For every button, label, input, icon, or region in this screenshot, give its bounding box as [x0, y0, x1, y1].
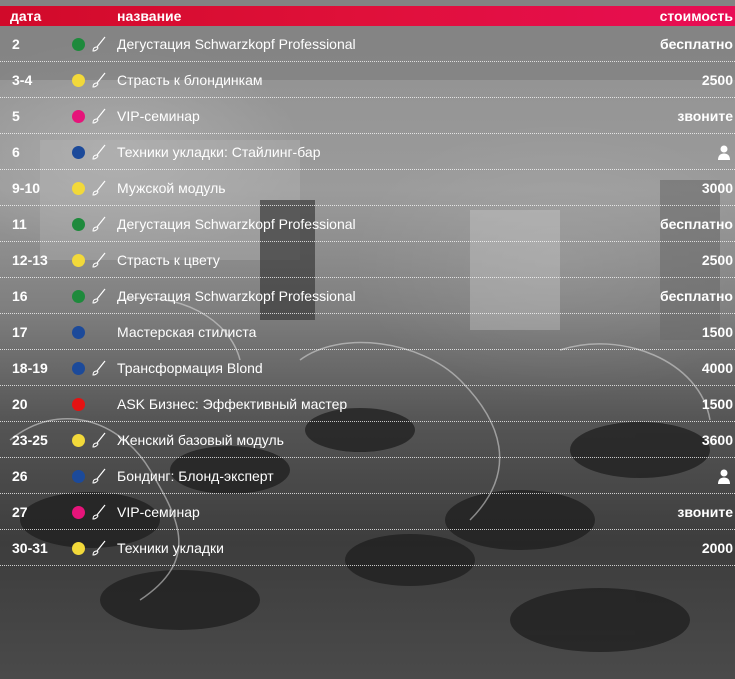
row-date: 3-4: [12, 72, 33, 88]
table-row[interactable]: 16 Дегустация Schwarzkopf Professional бес…: [0, 278, 735, 314]
table-row[interactable]: 5 VIP-семинар звоните: [0, 98, 735, 134]
brush-icon: [92, 36, 106, 52]
row-date: 9-10: [12, 180, 41, 196]
row-seminar-name[interactable]: VIP-семинар: [117, 494, 200, 530]
row-seminar-name[interactable]: Дегустация Schwarzkopf Professional: [117, 26, 356, 62]
category-dot-icon: [72, 542, 85, 555]
brush-icon: [92, 360, 106, 376]
row-date: 26: [12, 468, 28, 484]
column-header-price: стоимость: [659, 8, 733, 24]
row-date: 12-13: [12, 252, 48, 268]
table-row[interactable]: 18-19 Трансформация Blond 4000: [0, 350, 735, 386]
brush-icon: [92, 288, 106, 304]
row-price: бесплатно: [659, 288, 733, 304]
category-dot-icon: [72, 146, 85, 159]
row-price: 4000: [701, 360, 733, 376]
column-header-name: название: [117, 8, 182, 24]
table-row[interactable]: 6 Техники укладки: Стайлинг-бар: [0, 134, 735, 170]
schedule-page: дата название стоимость 2 Дегустация Schw…: [0, 0, 735, 679]
row-price: 2000: [701, 540, 733, 556]
row-seminar-name[interactable]: ASK Бизнес: Эффективный мастер: [117, 386, 347, 422]
row-seminar-name[interactable]: Дегустация Schwarzkopf Professional: [117, 206, 356, 242]
row-date: 17: [12, 324, 28, 340]
row-price: звоните: [677, 108, 733, 124]
category-dot-icon: [72, 398, 85, 411]
brush-icon: [92, 252, 106, 268]
category-dot-icon: [72, 74, 85, 87]
row-price: звоните: [677, 504, 733, 520]
table-row[interactable]: 11 Дегустация Schwarzkopf Professional бес…: [0, 206, 735, 242]
table-row[interactable]: 30-31 Техники укладки 2000: [0, 530, 735, 566]
row-date: 18-19: [12, 360, 48, 376]
row-price: бесплатно: [659, 216, 733, 232]
brush-icon: [92, 540, 106, 556]
row-seminar-name[interactable]: Мужской модуль: [117, 170, 226, 206]
row-price: 2500: [701, 72, 733, 88]
brush-icon: [92, 216, 106, 232]
brush-icon: [92, 504, 106, 520]
brush-icon: [92, 432, 106, 448]
row-seminar-name[interactable]: Техники укладки: [117, 530, 224, 566]
row-date: 6: [12, 144, 20, 160]
row-date: 23-25: [12, 432, 48, 448]
row-seminar-name[interactable]: Техники укладки: Стайлинг-бар: [117, 134, 321, 170]
row-date: 5: [12, 108, 20, 124]
row-seminar-name[interactable]: Мастерская стилиста: [117, 314, 256, 350]
table-row[interactable]: 20 ASK Бизнес: Эффективный мастер 1500: [0, 386, 735, 422]
category-dot-icon: [72, 290, 85, 303]
table-row[interactable]: 12-13 Страсть к цвету 2500: [0, 242, 735, 278]
table-row[interactable]: 9-10 Мужской модуль 3000: [0, 170, 735, 206]
category-dot-icon: [72, 506, 85, 519]
row-seminar-name[interactable]: Трансформация Blond: [117, 350, 263, 386]
category-dot-icon: [72, 182, 85, 195]
brush-icon: [92, 108, 106, 124]
seminar-schedule-table: дата название стоимость 2 Дегустация Schw…: [0, 0, 735, 679]
table-row[interactable]: 2 Дегустация Schwarzkopf Professional бесп…: [0, 26, 735, 62]
table-row[interactable]: 17 Мастерская стилиста 1500: [0, 314, 735, 350]
table-row[interactable]: 26 Бондинг: Блонд-эксперт: [0, 458, 735, 494]
row-price: 3000: [701, 180, 733, 196]
row-date: 30-31: [12, 540, 48, 556]
column-header-date: дата: [10, 8, 42, 24]
row-date: 2: [12, 36, 20, 52]
row-price: 1500: [701, 396, 733, 412]
row-price: бесплатно: [659, 36, 733, 52]
row-price: 2500: [701, 252, 733, 268]
table-row[interactable]: 27 VIP-семинар звоните: [0, 494, 735, 530]
row-seminar-name[interactable]: VIP-семинар: [117, 98, 200, 134]
table-header: дата название стоимость: [0, 6, 735, 26]
row-seminar-name[interactable]: Дегустация Schwarzkopf Professional: [117, 278, 356, 314]
person-icon: [718, 469, 730, 484]
row-date: 27: [12, 504, 28, 520]
row-seminar-name[interactable]: Женский базовый модуль: [117, 422, 284, 458]
row-date: 16: [12, 288, 28, 304]
row-price: 1500: [701, 324, 733, 340]
row-date: 11: [12, 216, 27, 232]
row-seminar-name[interactable]: Страсть к цвету: [117, 242, 220, 278]
brush-icon: [92, 72, 106, 88]
category-dot-icon: [72, 254, 85, 267]
row-date: 20: [12, 396, 28, 412]
category-dot-icon: [72, 434, 85, 447]
row-price: 3600: [701, 432, 733, 448]
brush-icon: [92, 468, 106, 484]
category-dot-icon: [72, 38, 85, 51]
category-dot-icon: [72, 218, 85, 231]
row-seminar-name[interactable]: Бондинг: Блонд-эксперт: [117, 458, 274, 494]
brush-icon: [92, 144, 106, 160]
row-seminar-name[interactable]: Страсть к блондинкам: [117, 62, 263, 98]
person-icon: [718, 145, 730, 160]
category-dot-icon: [72, 470, 85, 483]
category-dot-icon: [72, 362, 85, 375]
category-dot-icon: [72, 110, 85, 123]
brush-icon: [92, 180, 106, 196]
table-row[interactable]: 23-25 Женский базовый модуль 3600: [0, 422, 735, 458]
category-dot-icon: [72, 326, 85, 339]
table-row[interactable]: 3-4 Страсть к блондинкам 2500: [0, 62, 735, 98]
